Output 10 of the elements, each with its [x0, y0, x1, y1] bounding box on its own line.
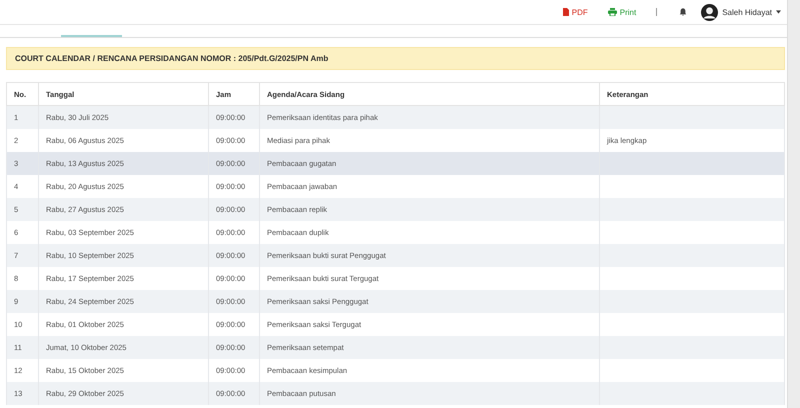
print-link[interactable]: Print: [600, 8, 644, 16]
printer-icon: [608, 8, 617, 16]
avatar-icon: [701, 4, 718, 20]
bell-icon[interactable]: [679, 8, 688, 16]
caret-icon: [776, 10, 781, 14]
scrollbar[interactable]: [787, 0, 800, 408]
calendar-title: COURT CALENDAR / RENCANA PERSIDANGAN NOMOR : 205/Pdt.G/2025/PN Amb: [6, 47, 785, 70]
pdf-file-icon: [562, 8, 569, 16]
user-menu[interactable]: Saleh Hidayat: [701, 4, 781, 20]
pdf-link[interactable]: PDF: [554, 8, 596, 16]
